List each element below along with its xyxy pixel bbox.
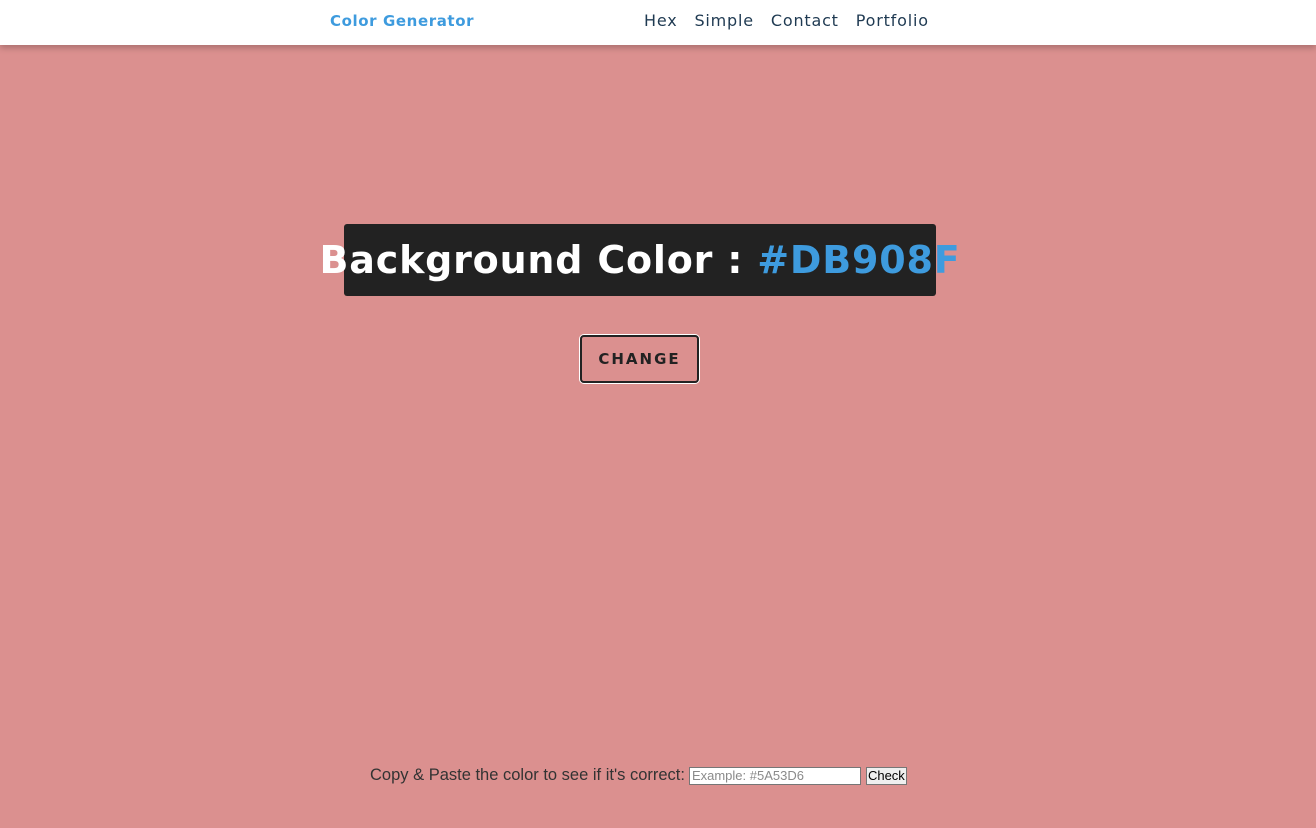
check-label: Copy & Paste the color to see if it's co… <box>370 766 685 784</box>
nav-link-contact[interactable]: Contact <box>771 11 839 30</box>
color-heading-box: Background Color : #DB908F <box>320 224 960 296</box>
color-heading: Background Color : #DB908F <box>320 238 961 282</box>
nav-link-simple[interactable]: Simple <box>694 11 753 30</box>
nav-link-hex[interactable]: Hex <box>644 11 677 30</box>
nav-links: Hex Simple Contact Portfolio <box>644 11 929 30</box>
brand-link[interactable]: Color Generator <box>330 12 474 30</box>
change-button[interactable]: CHANGE <box>580 335 699 383</box>
nav-link-portfolio[interactable]: Portfolio <box>856 11 929 30</box>
heading-prefix: Background Color : <box>319 238 758 282</box>
color-value: #DB908F <box>757 238 961 282</box>
color-input[interactable] <box>688 766 861 785</box>
navbar: Color Generator Hex Simple Contact Portf… <box>0 0 1316 45</box>
check-row: Copy & Paste the color to see if it's co… <box>370 766 907 785</box>
check-button[interactable]: Check <box>865 766 907 785</box>
